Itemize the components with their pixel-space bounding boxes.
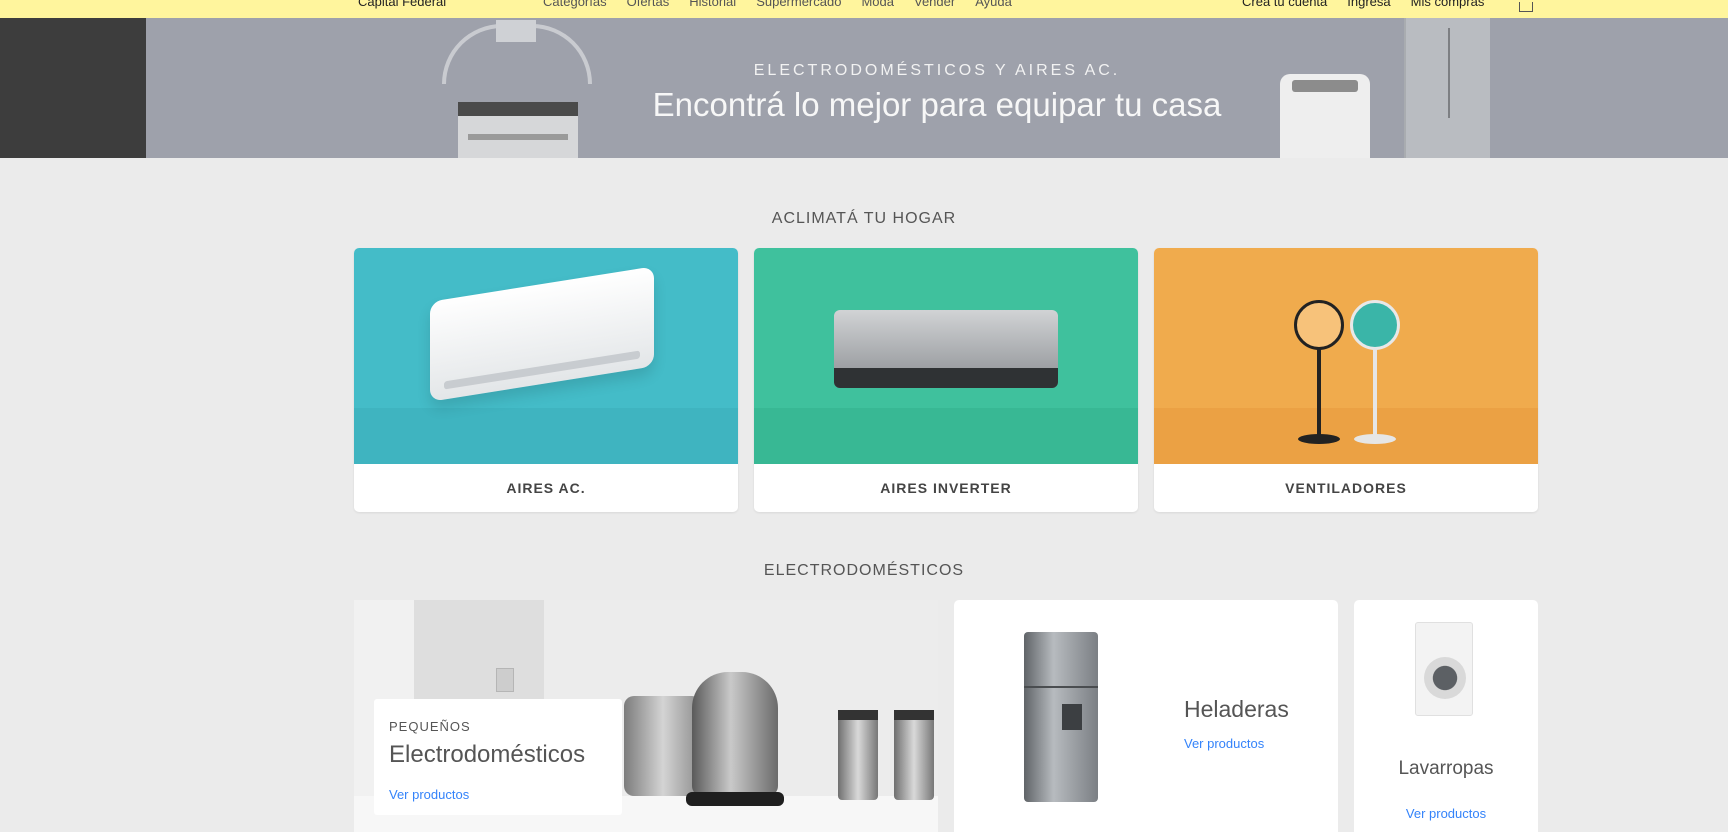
nav-supermercado[interactable]: Supermercado (756, 0, 841, 9)
fridges-panel[interactable]: Heladeras Ver productos (954, 600, 1338, 832)
nav-historial[interactable]: Historial (689, 0, 736, 9)
login-link[interactable]: Ingresá (1347, 0, 1390, 9)
small-appliances-link[interactable]: Ver productos (389, 787, 469, 802)
air-conditioner-image (430, 266, 654, 402)
small-appliances-banner[interactable]: PEQUEÑOS Electrodomésticos Ver productos (354, 600, 938, 832)
outlet-image (496, 668, 514, 692)
nav-moda[interactable]: Moda (861, 0, 894, 9)
nav-ayuda[interactable]: Ayuda (975, 0, 1012, 9)
card-aires-ac[interactable]: AIRES AC. (354, 248, 738, 512)
card-aires-inverter[interactable]: AIRES INVERTER (754, 248, 1138, 512)
card-label: AIRES AC. (506, 480, 586, 496)
fridges-title: Heladeras (1184, 696, 1289, 722)
my-purchases-link[interactable]: Mis compras (1411, 0, 1485, 9)
account-nav: Creá tu cuenta Ingresá Mis compras (1242, 0, 1484, 9)
card-ventiladores[interactable]: VENTILADORES (1154, 248, 1538, 512)
section-title-climate: ACLIMATÁ TU HOGAR (771, 210, 957, 227)
section-title-appliances: ELECTRODOMÉSTICOS (763, 562, 965, 579)
fridge-image (1024, 632, 1098, 802)
card-image (354, 248, 738, 464)
washers-link[interactable]: Ver productos (1354, 806, 1538, 821)
nav-categorias[interactable]: Categorías (543, 0, 607, 9)
inverter-ac-image (834, 310, 1058, 388)
card-image (754, 248, 1138, 464)
promo-title: Electrodomésticos (389, 741, 586, 768)
canister-image (894, 710, 934, 800)
kettle-base-image (686, 792, 784, 806)
washer-image (1415, 622, 1473, 716)
top-navbar: Capital Federal Categorías Ofertas Histo… (0, 0, 1728, 18)
small-appliances-promo: PEQUEÑOS Electrodomésticos Ver productos (374, 699, 622, 815)
nav-ofertas[interactable]: Ofertas (627, 0, 670, 9)
range-hood-top (496, 20, 536, 42)
toaster-image (624, 696, 702, 796)
nav-vender[interactable]: Vender (914, 0, 955, 9)
card-image (1154, 248, 1538, 464)
cart-icon[interactable] (1519, 2, 1533, 12)
washer-door (1424, 657, 1466, 699)
main-nav: Categorías Ofertas Historial Supermercad… (543, 0, 1012, 9)
promo-kicker: PEQUEÑOS (389, 719, 471, 734)
hero-side-panel (0, 18, 146, 158)
hero-eyebrow: ELECTRODOMÉSTICOS Y AIRES AC. (753, 62, 1121, 79)
washers-panel[interactable]: Lavarropas Ver productos (1354, 600, 1538, 832)
kettle-image (692, 672, 778, 796)
hero-banner[interactable]: ELECTRODOMÉSTICOS Y AIRES AC. Encontrá l… (146, 18, 1728, 158)
location-selector[interactable]: Capital Federal (358, 0, 446, 9)
fridges-link[interactable]: Ver productos (1184, 736, 1264, 751)
canister-image (838, 710, 878, 800)
card-label: VENTILADORES (1285, 480, 1407, 496)
card-label: AIRES INVERTER (880, 480, 1012, 496)
create-account-link[interactable]: Creá tu cuenta (1242, 0, 1327, 9)
washers-title: Lavarropas (1398, 758, 1494, 779)
hero-headline: Encontrá lo mejor para equipar tu casa (652, 86, 1222, 123)
